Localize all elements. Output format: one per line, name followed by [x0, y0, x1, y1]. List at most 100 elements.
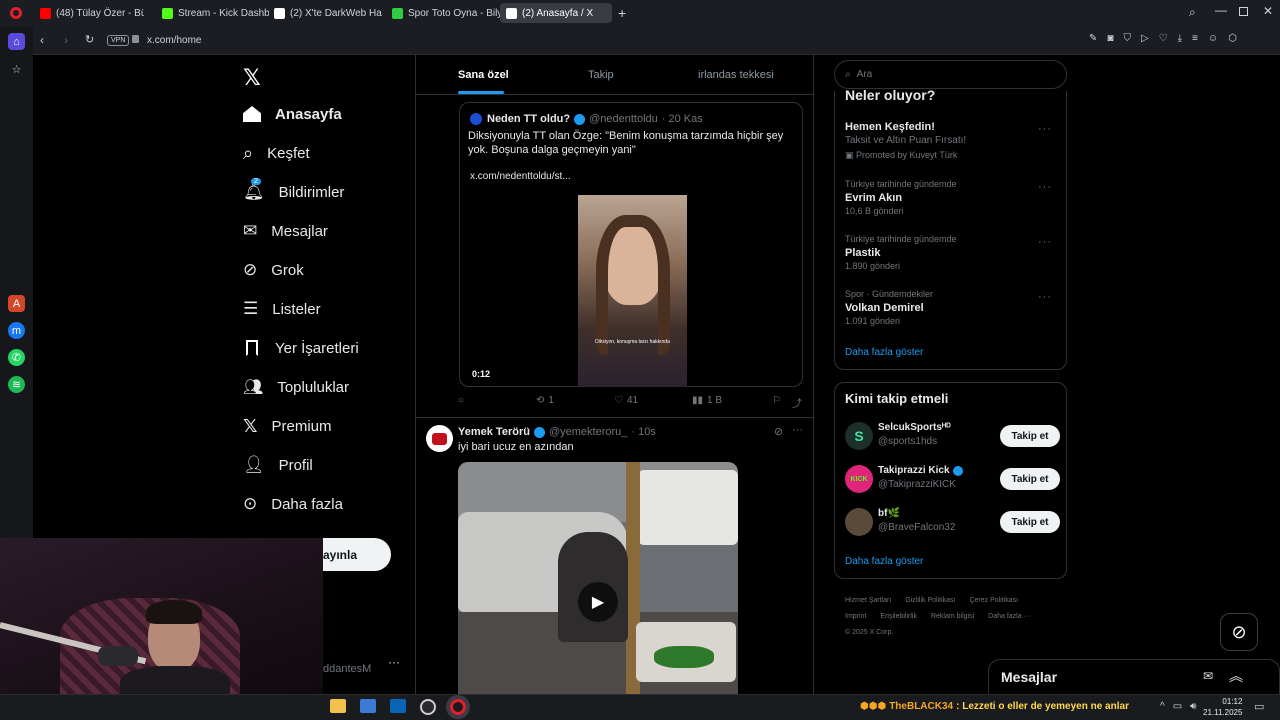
network-icon[interactable]: ▭ — [1173, 701, 1182, 712]
trend-item[interactable]: Türkiye tarihinde gündemde Evrim Akın 10… — [845, 179, 1060, 216]
quote-video[interactable]: Diksiyon, konuşma tarzı hakkında — [578, 195, 687, 387]
url-field[interactable]: x.com/home — [147, 35, 201, 46]
follow-avatar[interactable] — [845, 508, 873, 536]
minimize-button[interactable]: — — [1215, 3, 1227, 17]
quote-link[interactable]: x.com/nedenttoldu/st... — [470, 171, 571, 182]
heart-icon[interactable]: ♡ — [1159, 33, 1168, 44]
trend-more-icon[interactable]: ··· — [1038, 181, 1052, 193]
show-more-follows[interactable]: Daha fazla göster — [845, 556, 923, 567]
messages-drawer[interactable]: Mesajlar ✉ ︽ — [988, 659, 1280, 694]
file-explorer-icon[interactable] — [330, 699, 346, 713]
tray-chevron-icon[interactable]: ^ — [1160, 701, 1165, 712]
tab-for-you[interactable]: Sana özel — [458, 69, 509, 81]
trend-more-icon[interactable]: ··· — [1038, 236, 1052, 248]
trend-item[interactable]: Spor · Gündemdekiler Volkan Demirel 1.09… — [845, 289, 1060, 326]
back-button[interactable]: ‹ — [40, 33, 44, 47]
footer-link[interactable]: Hizmet Şartları — [845, 593, 891, 609]
vpn-badge[interactable]: VPN — [107, 35, 130, 46]
x-logo-icon[interactable]: 𝕏 — [243, 65, 261, 91]
share-button[interactable]: ⤴ — [792, 395, 802, 410]
retweet-button[interactable]: ⟲ 1 — [536, 395, 554, 406]
tab-bilyoner[interactable]: Spor Toto Oyna - Bilyoner — [386, 3, 500, 23]
chevron-up-icon[interactable]: ︽ — [1229, 666, 1243, 686]
clock[interactable]: 01:12 21.11.2025 — [1203, 696, 1242, 718]
show-more-trends[interactable]: Daha fazla göster — [845, 347, 923, 358]
shield-icon[interactable]: ⛉ — [1123, 33, 1131, 44]
bookmark-button[interactable]: ⚐ — [772, 395, 781, 406]
follow-avatar[interactable]: S — [845, 422, 873, 450]
search-input[interactable]: ⌕ Ara — [834, 60, 1067, 89]
nav-more[interactable]: ⊙ Daha fazla — [243, 489, 343, 519]
follow-suggestion[interactable]: KICK Takiprazzi Kick @TakiprazziKICK Tak… — [845, 461, 1060, 497]
extension-icon[interactable]: ⬡ — [1228, 33, 1237, 44]
trend-item[interactable]: Türkiye tarihinde gündemde Plastik 1.890… — [845, 234, 1060, 271]
footer-link[interactable]: Reklam bilgisi — [931, 609, 974, 625]
footer-link[interactable]: Daha fazla ··· — [988, 609, 1030, 625]
follow-suggestion[interactable]: bf🌿 @BraveFalcon32 Takip et — [845, 504, 1060, 540]
quote-author-name[interactable]: Neden TT oldu? — [487, 113, 570, 125]
nav-notifications[interactable]: 🔔︎ 2 Bildirimler — [243, 177, 344, 207]
forward-button[interactable]: › — [64, 33, 68, 47]
notifications-icon[interactable]: ▭ — [1254, 700, 1264, 713]
nav-profile[interactable]: 👤︎ Profil — [243, 450, 313, 480]
account-handle[interactable]: ddantesM — [323, 663, 371, 675]
tab-x-home[interactable]: (2) Anasayfa / X — [500, 3, 612, 23]
tab-following[interactable]: Takip — [588, 69, 614, 81]
follow-button[interactable]: Takip et — [1000, 511, 1060, 533]
footer-link[interactable]: Imprint — [845, 609, 866, 625]
trend-more-icon[interactable]: ··· — [1038, 123, 1052, 135]
tab-irlandas[interactable]: irlandas tekkesi — [698, 69, 774, 81]
close-window-button[interactable]: ✕ — [1263, 4, 1273, 18]
nav-premium[interactable]: 𝕏 Premium — [243, 411, 332, 441]
search-tabs-icon[interactable]: ⌕ — [1189, 5, 1196, 20]
like-button[interactable]: ♡ 41 — [614, 395, 638, 406]
camera-icon[interactable]: ◙ — [1107, 33, 1113, 44]
reload-button[interactable]: ↻ — [85, 33, 94, 46]
reply-button[interactable]: ○ — [458, 395, 464, 406]
nav-messages[interactable]: ✉ Mesajlar — [243, 216, 328, 246]
post-2[interactable]: Yemek Terörü @yemekteroru_ · 10s ⊘ ··· i… — [416, 418, 813, 694]
nav-communities[interactable]: 👥︎ Topluluklar — [243, 372, 349, 402]
nav-bookmarks[interactable]: Yer İşaretleri — [243, 333, 359, 363]
follow-button[interactable]: Takip et — [1000, 468, 1060, 490]
post-more-icon[interactable]: ··· — [792, 424, 803, 436]
post-2-author[interactable]: Yemek Terörü — [458, 426, 530, 438]
opera-taskbar-icon[interactable] — [450, 699, 466, 715]
footer-link[interactable]: Gizlilik Politikası — [905, 593, 955, 609]
post-2-avatar[interactable] — [426, 425, 453, 452]
trend-promoted[interactable]: Hemen Keşfedin! Taksit ve Altın Puan Fır… — [845, 121, 1060, 161]
nav-explore[interactable]: ⌕ Keşfet — [243, 138, 310, 168]
tab-kick[interactable]: Stream - Kick Dashboard — [156, 3, 269, 23]
home-icon[interactable]: ⌂ — [8, 33, 25, 50]
nav-grok[interactable]: ⊘ Grok — [243, 255, 304, 285]
edit-icon[interactable]: ✎ — [1089, 33, 1097, 44]
volume-icon[interactable]: 🔊︎ — [1190, 701, 1196, 712]
obs-icon[interactable] — [420, 699, 436, 715]
post-2-video[interactable]: ▶ — [458, 462, 738, 694]
tab-darkweb[interactable]: (2) X'te DarkWeb Haber: " — [268, 3, 382, 23]
nav-home[interactable]: Anasayfa — [243, 99, 342, 129]
spotify-icon[interactable]: ≋ — [8, 376, 25, 393]
store-icon[interactable] — [360, 699, 376, 713]
nav-lists[interactable]: ☰ Listeler — [243, 294, 321, 324]
views-button[interactable]: ▮▮ 1 B — [692, 395, 722, 406]
follow-suggestion[interactable]: S SelcukSportsᴴᴰ @sports1hds Takip et — [845, 418, 1060, 454]
menu-icon[interactable]: ≡ — [1192, 33, 1198, 44]
play-button-icon[interactable]: ▶ — [578, 582, 618, 622]
grok-icon[interactable]: ⊘ — [774, 425, 783, 438]
star-icon[interactable]: ☆ — [8, 61, 25, 78]
messenger-icon[interactable]: m — [8, 322, 25, 339]
new-message-icon[interactable]: ✉ — [1203, 669, 1213, 683]
footer-link[interactable]: Erişilebilirlik — [880, 609, 917, 625]
trend-more-icon[interactable]: ··· — [1038, 291, 1052, 303]
download-icon[interactable]: ⤓ — [1178, 33, 1182, 44]
play-icon[interactable]: ▷ — [1141, 33, 1149, 44]
outlook-icon[interactable] — [390, 699, 406, 713]
opera-logo-icon[interactable] — [10, 7, 22, 19]
maximize-button[interactable] — [1239, 7, 1248, 16]
whatsapp-icon[interactable]: ✆ — [8, 349, 25, 366]
follow-button[interactable]: Takip et — [1000, 425, 1060, 447]
quoted-post[interactable]: Neden TT oldu? @nedenttoldu · 20 Kas Dik… — [459, 102, 803, 387]
grok-float-button[interactable]: ⊘ — [1220, 613, 1258, 651]
aria-icon[interactable]: A — [8, 295, 25, 312]
